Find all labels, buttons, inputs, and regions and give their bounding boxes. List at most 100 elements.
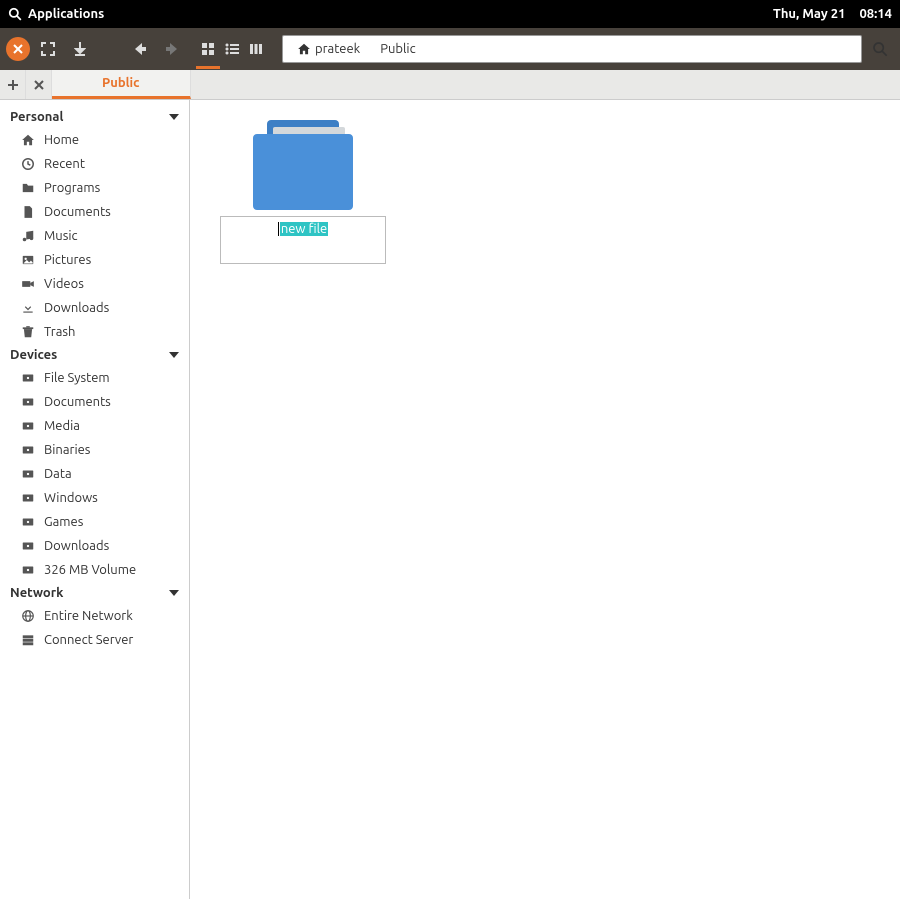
chevron-down-icon	[169, 114, 179, 120]
fullscreen-button[interactable]	[34, 35, 62, 63]
main: Personal Home Recent Programs Documents …	[0, 100, 900, 899]
disk-icon	[20, 538, 36, 554]
sidebar-item-music[interactable]: Music	[0, 224, 189, 248]
sidebar-item-binaries[interactable]: Binaries	[0, 438, 189, 462]
sidebar-item-label: Home	[44, 133, 79, 147]
sidebar-item-dev-documents[interactable]: Documents	[0, 390, 189, 414]
sidebar-item-data[interactable]: Data	[0, 462, 189, 486]
sidebar-section-personal[interactable]: Personal	[0, 106, 189, 128]
close-icon	[12, 43, 24, 55]
tabbar: Public	[0, 70, 900, 100]
clock-icon	[20, 156, 36, 172]
disk-icon	[20, 370, 36, 386]
fullscreen-icon	[41, 42, 55, 56]
sidebar-item-documents[interactable]: Documents	[0, 200, 189, 224]
file-view[interactable]: new file	[190, 100, 900, 899]
sidebar-item-label: Music	[44, 229, 78, 243]
view-icons-button[interactable]	[196, 35, 220, 63]
search-button[interactable]	[866, 35, 894, 63]
search-icon	[8, 7, 22, 21]
sidebar-item-label: Videos	[44, 277, 84, 291]
search-icon	[872, 41, 888, 57]
new-tab-button[interactable]	[0, 70, 26, 99]
sidebar-item-dev-downloads[interactable]: Downloads	[0, 534, 189, 558]
music-icon	[20, 228, 36, 244]
section-title: Network	[10, 586, 63, 600]
download-icon	[20, 300, 36, 316]
time-label: 08:14	[859, 7, 892, 21]
sidebar-item-trash[interactable]: Trash	[0, 320, 189, 344]
sidebar-item-downloads[interactable]: Downloads	[0, 296, 189, 320]
path-segment-public[interactable]: Public	[372, 40, 423, 58]
sidebar-item-entire-network[interactable]: Entire Network	[0, 604, 189, 628]
nav-back-button[interactable]	[126, 35, 154, 63]
sidebar-item-videos[interactable]: Videos	[0, 272, 189, 296]
pathbar[interactable]: prateek Public	[282, 35, 862, 63]
applications-label: Applications	[28, 7, 104, 21]
trash-icon	[20, 324, 36, 340]
view-mode-group	[196, 35, 268, 63]
path-segment-home[interactable]: prateek	[289, 40, 368, 58]
section-title: Devices	[10, 348, 57, 362]
folder-icon	[20, 180, 36, 196]
disk-icon	[20, 562, 36, 578]
sidebar-item-label: Downloads	[44, 539, 109, 553]
sidebar-item-label: Connect Server	[44, 633, 133, 647]
applications-menu[interactable]: Applications	[8, 7, 104, 21]
sidebar-item-connect-server[interactable]: Connect Server	[0, 628, 189, 652]
sidebar-item-label: Programs	[44, 181, 100, 195]
sidebar-item-label: Entire Network	[44, 609, 133, 623]
clock[interactable]: Thu, May 21 08:14	[773, 7, 892, 21]
sidebar-item-pictures[interactable]: Pictures	[0, 248, 189, 272]
sidebar-item-label: Trash	[44, 325, 75, 339]
document-icon	[20, 204, 36, 220]
folder-icon	[253, 120, 353, 210]
close-tab-button[interactable]	[26, 70, 52, 99]
sidebar-item-games[interactable]: Games	[0, 510, 189, 534]
sidebar-item-label: Games	[44, 515, 83, 529]
sidebar-item-windows[interactable]: Windows	[0, 486, 189, 510]
sidebar-item-volume[interactable]: 326 MB Volume	[0, 558, 189, 582]
sidebar-section-devices[interactable]: Devices	[0, 344, 189, 366]
system-topbar: Applications Thu, May 21 08:14	[0, 0, 900, 28]
disk-icon	[20, 514, 36, 530]
close-icon	[34, 80, 44, 90]
arrow-right-icon	[163, 40, 181, 58]
sidebar: Personal Home Recent Programs Documents …	[0, 100, 190, 899]
path-public-label: Public	[380, 42, 415, 56]
close-window-button[interactable]	[6, 37, 30, 61]
sidebar-item-media[interactable]: Media	[0, 414, 189, 438]
download-button[interactable]	[66, 35, 94, 63]
sidebar-item-label: Windows	[44, 491, 98, 505]
sidebar-item-label: Documents	[44, 205, 111, 219]
plus-icon	[7, 79, 19, 91]
sidebar-item-programs[interactable]: Programs	[0, 176, 189, 200]
chevron-down-icon	[169, 590, 179, 596]
chevron-down-icon	[169, 352, 179, 358]
section-title: Personal	[10, 110, 63, 124]
folder-item-new[interactable]: new file	[220, 120, 386, 264]
toolbar: prateek Public	[0, 28, 900, 70]
rename-input[interactable]: new file	[220, 216, 386, 264]
disk-icon	[20, 466, 36, 482]
date-label: Thu, May 21	[773, 7, 845, 21]
download-icon	[74, 42, 86, 56]
sidebar-item-recent[interactable]: Recent	[0, 152, 189, 176]
sidebar-item-label: Pictures	[44, 253, 91, 267]
sidebar-item-label: 326 MB Volume	[44, 563, 136, 577]
arrow-left-icon	[131, 40, 149, 58]
nav-forward-button[interactable]	[158, 35, 186, 63]
view-list-button[interactable]	[220, 35, 244, 63]
sidebar-item-filesystem[interactable]: File System	[0, 366, 189, 390]
sidebar-section-network[interactable]: Network	[0, 582, 189, 604]
tab-public[interactable]: Public	[52, 70, 191, 99]
home-icon	[297, 42, 311, 56]
path-home-label: prateek	[315, 42, 360, 56]
sidebar-item-home[interactable]: Home	[0, 128, 189, 152]
rename-text: new file	[280, 222, 328, 236]
disk-icon	[20, 394, 36, 410]
image-icon	[20, 252, 36, 268]
sidebar-item-label: Downloads	[44, 301, 109, 315]
view-columns-button[interactable]	[244, 35, 268, 63]
video-icon	[20, 276, 36, 292]
